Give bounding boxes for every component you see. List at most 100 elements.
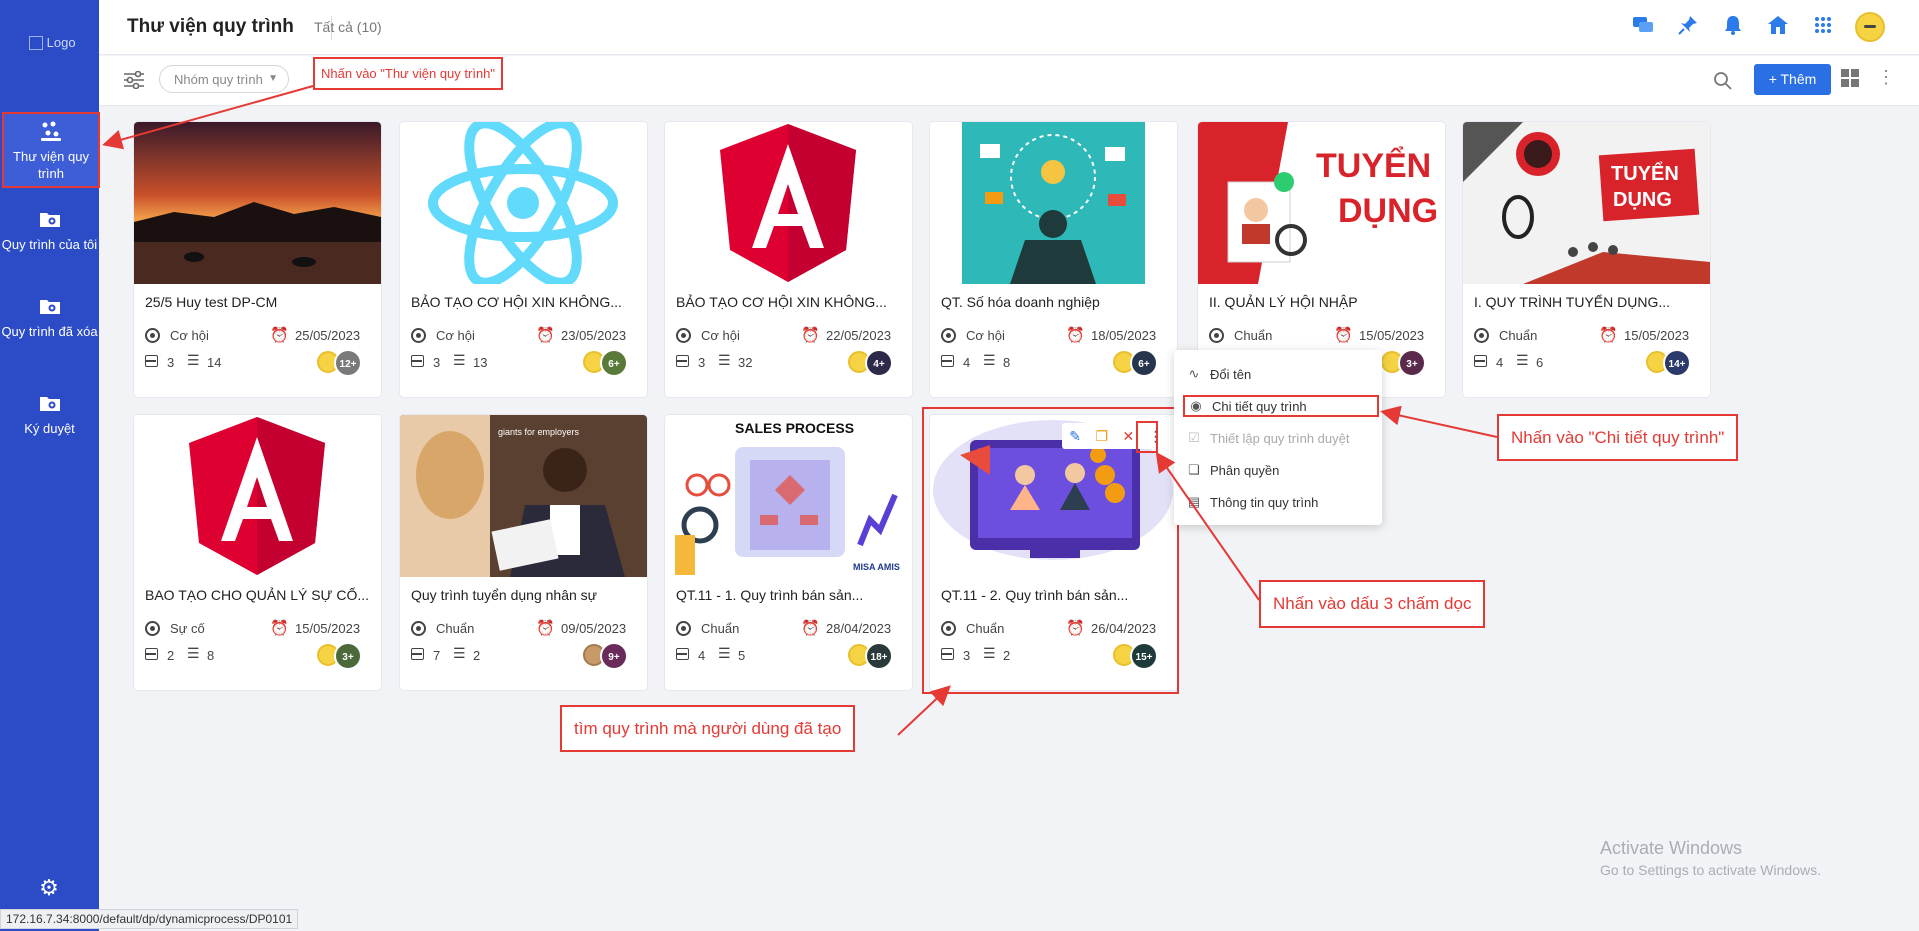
member-count-badge[interactable]: 9+: [600, 642, 628, 670]
watermark-subtitle: Go to Settings to activate Windows.: [1600, 862, 1821, 878]
card-type: Chuẩn: [1234, 328, 1273, 343]
menu-item-info[interactable]: ▤ Thông tin quy trình: [1186, 491, 1376, 513]
process-card[interactable]: TUYỂN DỤNG I. QUY TRÌNH TUYỂN DỤNG... Ch…: [1463, 122, 1710, 397]
count-label[interactable]: Tất cả (10): [314, 19, 382, 35]
process-card[interactable]: 25/5 Huy test DP-CM Cơ hội ⏰ 25/05/2023 …: [134, 122, 381, 397]
card-type: Cơ hội: [966, 328, 1005, 343]
type-icon: [1474, 328, 1489, 343]
task-count: 32: [738, 355, 753, 370]
search-icon[interactable]: [1713, 71, 1733, 91]
sidebar-item-label: Thư viện quy trình: [13, 149, 89, 181]
steps-icon: [411, 355, 424, 367]
sidebar-item-deleted[interactable]: Quy trình đã xóa: [0, 295, 99, 340]
process-card[interactable]: SALES PROCESS MISA AMIS QT.11 - 1. Quy t…: [665, 415, 912, 690]
member-count-badge[interactable]: 6+: [600, 349, 628, 377]
step-count: 2: [167, 648, 175, 663]
apps-grid-icon[interactable]: [1810, 12, 1836, 38]
windows-watermark: Activate Windows Go to Settings to activ…: [1600, 837, 1821, 881]
card-thumbnail: [400, 122, 647, 284]
member-count-badge[interactable]: 18+: [865, 642, 893, 670]
step-count: 4: [698, 648, 706, 663]
task-count: 6: [1536, 355, 1544, 370]
type-icon: [1209, 328, 1224, 343]
bell-icon[interactable]: [1720, 12, 1746, 38]
filter-settings-icon[interactable]: [123, 71, 145, 89]
context-menu: ∿ Đổi tên ◉ Chi tiết quy trình ☑ Thiết l…: [1174, 350, 1382, 525]
logo-image: [29, 35, 43, 50]
menu-item-rename[interactable]: ∿ Đổi tên: [1186, 363, 1376, 385]
grid-view-icon[interactable]: [1841, 69, 1859, 87]
sidebar-item-sign[interactable]: Ký duyệt: [0, 392, 99, 437]
list-icon: ☰: [453, 645, 466, 661]
step-count: 3: [167, 355, 175, 370]
process-card[interactable]: QT. Số hóa doanh nghiệp Cơ hội ⏰ 18/05/2…: [930, 122, 1177, 397]
status-url: 172.16.7.34:8000/default/dp/dynamicproce…: [0, 909, 299, 929]
more-vertical-icon[interactable]: ⋮: [1877, 67, 1895, 88]
member-count-badge[interactable]: 3+: [1398, 349, 1426, 377]
trash-folder-icon: [39, 300, 60, 314]
menu-item-permission[interactable]: ❏ Phân quyền: [1186, 459, 1376, 481]
alarm-clock-icon: ⏰: [1334, 327, 1353, 344]
top-header: Thư viện quy trình Tất cả (10): [99, 0, 1919, 55]
task-count: 5: [738, 648, 746, 663]
member-count-badge[interactable]: 14+: [1663, 349, 1691, 377]
thumb-text: SALES PROCESS: [735, 420, 854, 436]
gear-icon[interactable]: ⚙: [37, 876, 61, 900]
sidebar-item-library[interactable]: Thư viện quy trình: [2, 112, 100, 188]
sign-folder-icon: [39, 397, 60, 411]
watermark-title: Activate Windows: [1600, 838, 1743, 858]
chat-icon[interactable]: [1630, 12, 1656, 38]
annotation-dots: Nhấn vào dấu 3 chấm dọc: [1259, 580, 1486, 628]
step-count: 4: [1496, 355, 1504, 370]
steps-icon: [1474, 355, 1487, 367]
logo-alt-text: Logo: [46, 35, 76, 50]
card-thumbnail: SALES PROCESS MISA AMIS: [665, 415, 912, 577]
pin-icon[interactable]: [1675, 12, 1701, 38]
step-count: 3: [433, 355, 441, 370]
menu-item-label: Thiết lập quy trình duyệt: [1210, 430, 1350, 446]
home-icon[interactable]: [1765, 12, 1791, 38]
menu-item-details[interactable]: ◉ Chi tiết quy trình: [1183, 395, 1379, 417]
member-count-badge[interactable]: 12+: [334, 349, 362, 377]
process-card[interactable]: giants for employers Quy trình tuyển dụn…: [400, 415, 647, 690]
group-select[interactable]: Nhóm quy trình ▼: [159, 65, 289, 93]
process-card[interactable]: BẢO TẠO CƠ HỘI XIN KHÔNG... Cơ hội ⏰ 22/…: [665, 122, 912, 397]
type-icon: [676, 328, 691, 343]
card-date: 25/05/2023: [295, 328, 361, 343]
user-avatar[interactable]: [1855, 12, 1885, 42]
chevron-down-icon: ▼: [268, 73, 278, 84]
card-date: 15/05/2023: [1624, 328, 1690, 343]
alarm-clock-icon: ⏰: [536, 327, 555, 344]
step-count: 7: [433, 648, 441, 663]
list-icon: ☰: [718, 645, 731, 661]
arrow-detail: [1380, 405, 1498, 438]
task-count: 2: [473, 648, 481, 663]
logo[interactable]: Logo: [29, 35, 76, 52]
alarm-clock-icon: ⏰: [536, 620, 555, 637]
card-type: Cơ hội: [436, 328, 475, 343]
card-title: QT.11 - 1. Quy trình bán sản...: [676, 587, 864, 603]
type-icon: [676, 621, 691, 636]
steps-icon: [941, 355, 954, 367]
sidebar-item-my-processes[interactable]: Quy trình của tôi: [0, 208, 99, 253]
card-title: Quy trình tuyển dụng nhân sự: [411, 587, 598, 603]
library-icon: [41, 121, 61, 141]
card-title: I. QUY TRÌNH TUYỂN DỤNG...: [1474, 294, 1671, 310]
process-card[interactable]: BẢO TẠO CƠ HỘI XIN KHÔNG... Cơ hội ⏰ 23/…: [400, 122, 647, 397]
member-count-badge[interactable]: 6+: [1130, 349, 1158, 377]
task-count: 8: [207, 648, 215, 663]
approval-icon: ☑: [1188, 430, 1200, 445]
card-date: 23/05/2023: [561, 328, 627, 343]
card-title: BAO TẠO CHO QUẢN LÝ SỰ CỐ...: [145, 587, 370, 603]
card-title: BẢO TẠO CƠ HỘI XIN KHÔNG...: [676, 294, 887, 310]
card-date: 28/04/2023: [826, 621, 892, 636]
member-count-badge[interactable]: 4+: [865, 349, 893, 377]
process-card[interactable]: BAO TẠO CHO QUẢN LÝ SỰ CỐ... Sự cố ⏰ 15/…: [134, 415, 381, 690]
menu-item-label: Thông tin quy trình: [1210, 494, 1319, 510]
member-count-badge[interactable]: 3+: [334, 642, 362, 670]
card-thumbnail: [134, 122, 381, 284]
sidebar-item-label: Quy trình đã xóa: [1, 324, 98, 339]
rename-icon: ∿: [1188, 366, 1200, 381]
add-button[interactable]: + Thêm: [1754, 64, 1831, 95]
card-thumbnail: TUYỂN DỤNG: [1198, 122, 1445, 284]
